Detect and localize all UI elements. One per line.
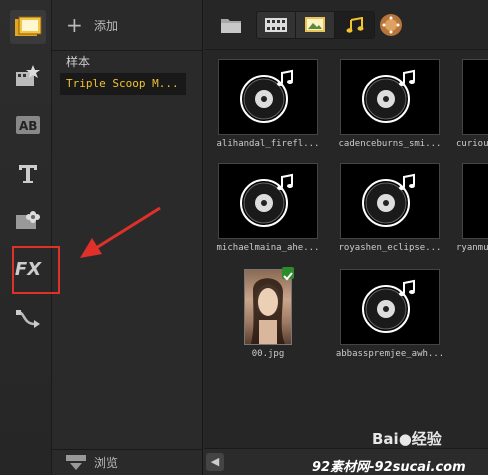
plus-icon: +	[66, 13, 83, 37]
library-panel: + 添加 样本 Triple Scoop M... 浏览	[52, 0, 203, 475]
annotation-highlight-box	[12, 246, 60, 294]
audio-filter-icon[interactable]	[335, 11, 374, 38]
svg-text:AB: AB	[19, 119, 37, 133]
icon-rail: AB FX	[0, 0, 52, 475]
scroll-left-icon[interactable]: ◀	[206, 453, 224, 471]
media-content: alihandal_firefl... cadenceburns_smi... …	[204, 0, 488, 475]
tile-label: alihandal_firefl...	[216, 139, 320, 149]
media-filter-group	[256, 10, 375, 39]
audio-thumbnail	[462, 59, 488, 135]
transition-icon[interactable]: AB	[10, 108, 46, 142]
selected-check-icon	[282, 267, 294, 281]
video-filter-icon[interactable]	[257, 11, 296, 38]
browse-label: 浏览	[94, 456, 119, 470]
media-tile[interactable]: cadenceburns_smi...	[330, 55, 450, 155]
audio-disc-icon	[362, 173, 415, 227]
media-icon[interactable]	[10, 10, 46, 44]
audio-thumbnail	[340, 163, 440, 239]
site-watermark: 92素材网-92sucai.com	[312, 460, 466, 475]
folder-icon[interactable]	[220, 16, 242, 34]
tile-label: abbasspremjee_awh...	[335, 349, 445, 359]
media-tile[interactable]: alihandal_firefl...	[208, 55, 328, 155]
tile-label: royashen_eclipse...	[338, 243, 442, 253]
tile-label: cadenceburns_smi...	[338, 139, 442, 149]
watermark-brand: Bai	[372, 430, 399, 448]
library-list: 样本 Triple Scoop M...	[52, 50, 202, 95]
watermark-suffix: 经验	[411, 430, 442, 448]
add-label: 添加	[94, 18, 119, 33]
audio-thumbnail	[218, 163, 318, 239]
media-tile[interactable]: royashen_eclipse...	[330, 159, 450, 259]
title-icon[interactable]	[10, 156, 46, 190]
tile-label: 00.jpg	[251, 349, 285, 359]
library-item-selected[interactable]: Triple Scoop M...	[60, 73, 186, 95]
path-icon[interactable]	[10, 302, 46, 336]
audio-disc-icon	[362, 279, 415, 333]
media-grid: alihandal_firefl... cadenceburns_smi... …	[204, 51, 488, 448]
graphic-icon[interactable]	[10, 202, 46, 236]
add-library-button[interactable]: + 添加	[52, 0, 202, 50]
audio-disc-icon	[362, 69, 415, 123]
media-tile[interactable]: 00.jpg	[208, 265, 328, 365]
instant-project-icon[interactable]	[10, 58, 46, 92]
audio-thumbnail	[462, 163, 488, 239]
audio-disc-icon	[240, 69, 293, 123]
media-tile[interactable]: abbasspremjee_awh...	[330, 265, 450, 365]
sort-icon[interactable]	[379, 13, 403, 37]
media-toolbar	[204, 0, 488, 50]
baidu-watermark: Bai●经验	[372, 428, 442, 449]
audio-disc-icon	[240, 173, 293, 227]
media-tile[interactable]: michaelmaina_ahe...	[208, 159, 328, 259]
audio-thumbnail	[218, 59, 318, 135]
browse-button[interactable]: 浏览	[52, 449, 203, 475]
audio-thumbnail	[340, 59, 440, 135]
browse-icon	[66, 454, 86, 470]
tile-label: curiou	[456, 139, 488, 149]
tile-label: michaelmaina_ahe...	[216, 243, 320, 253]
photo-filter-icon[interactable]	[296, 11, 335, 38]
media-tile[interactable]: curiou	[452, 55, 488, 155]
media-tile[interactable]: ryanmu	[452, 159, 488, 259]
tile-label: ryanmu	[456, 243, 488, 253]
audio-thumbnail	[340, 269, 440, 345]
library-item-samples[interactable]: 样本	[52, 51, 202, 73]
paw-icon: ●	[398, 430, 412, 448]
